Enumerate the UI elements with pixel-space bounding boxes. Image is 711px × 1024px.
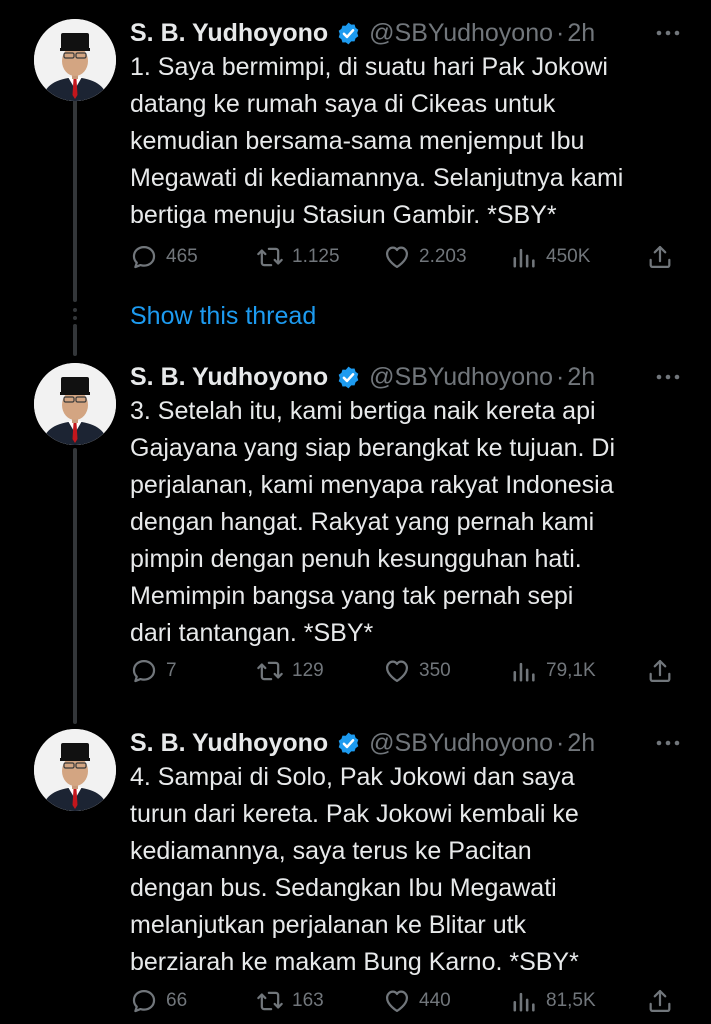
views-count: 79,1K <box>546 660 596 681</box>
avatar[interactable] <box>34 363 116 445</box>
share-icon <box>646 987 674 1015</box>
author-name[interactable]: S. B. Yudhoyono <box>130 729 328 758</box>
like-icon <box>383 657 411 685</box>
views-icon <box>510 243 538 271</box>
views-button[interactable]: 81,5K <box>510 983 596 1019</box>
share-icon <box>646 657 674 685</box>
timestamp[interactable]: 2h <box>567 19 595 48</box>
author-handle[interactable]: @SBYudhoyono <box>369 363 553 392</box>
retweet-button[interactable]: 163 <box>256 983 324 1019</box>
retweet-icon <box>256 657 284 685</box>
retweet-button[interactable]: 1.125 <box>256 239 340 275</box>
retweet-icon <box>256 987 284 1015</box>
author-handle[interactable]: @SBYudhoyono <box>369 19 553 48</box>
avatar[interactable] <box>34 729 116 811</box>
thread-line <box>73 326 77 356</box>
like-icon <box>383 243 411 271</box>
tweet-text: 4. Sampai di Solo, Pak Jokowi dan saya t… <box>130 763 579 976</box>
author-handle[interactable]: @SBYudhoyono <box>369 729 553 758</box>
more-icon[interactable] <box>655 367 681 387</box>
reply-count: 7 <box>166 660 177 681</box>
retweet-count: 163 <box>292 990 324 1011</box>
retweet-button[interactable]: 129 <box>256 653 324 689</box>
like-icon <box>383 987 411 1015</box>
reply-icon <box>130 987 158 1015</box>
views-icon <box>510 987 538 1015</box>
separator: · <box>556 728 565 757</box>
tweet-text: 3. Setelah itu, kami bertiga naik kereta… <box>130 397 616 647</box>
reply-button[interactable]: 66 <box>130 983 187 1019</box>
timestamp[interactable]: 2h <box>567 363 595 392</box>
author-name[interactable]: S. B. Yudhoyono <box>130 363 328 392</box>
tweet-header: S. B. Yudhoyono @SBYudhoyono · 2h <box>130 13 690 53</box>
share-button[interactable] <box>646 239 674 275</box>
like-button[interactable]: 2.203 <box>383 239 467 275</box>
tweet[interactable]: S. B. Yudhoyono @SBYudhoyono · 2h 3. Set… <box>0 357 711 707</box>
tweet-actions: 7 129 350 79,1K <box>130 653 678 689</box>
views-icon <box>510 657 538 685</box>
reply-count: 465 <box>166 246 198 267</box>
separator: · <box>556 18 565 47</box>
retweet-icon <box>256 243 284 271</box>
author-name[interactable]: S. B. Yudhoyono <box>130 19 328 48</box>
like-button[interactable]: 440 <box>383 983 451 1019</box>
views-button[interactable]: 450K <box>510 239 590 275</box>
tweet[interactable]: S. B. Yudhoyono @SBYudhoyono · 2h 4. Sam… <box>0 723 711 1023</box>
avatar-image <box>34 19 116 101</box>
tweet-header: S. B. Yudhoyono @SBYudhoyono · 2h <box>130 357 690 397</box>
views-count: 450K <box>546 246 591 267</box>
reply-button[interactable]: 465 <box>130 239 198 275</box>
views-button[interactable]: 79,1K <box>510 653 596 689</box>
verified-badge-icon <box>336 731 361 756</box>
share-icon <box>646 243 674 271</box>
retweet-count: 129 <box>292 660 324 681</box>
like-count: 2.203 <box>419 246 467 267</box>
separator: · <box>556 362 565 391</box>
tweet-header: S. B. Yudhoyono @SBYudhoyono · 2h <box>130 723 690 763</box>
more-icon[interactable] <box>655 23 681 43</box>
timestamp[interactable]: 2h <box>567 729 595 758</box>
reply-icon <box>130 657 158 685</box>
like-button[interactable]: 350 <box>383 653 451 689</box>
tweet-actions: 66 163 440 81,5K <box>130 983 678 1019</box>
verified-badge-icon <box>336 365 361 390</box>
avatar-image <box>34 729 116 811</box>
reply-icon <box>130 243 158 271</box>
tweet-text: 1. Saya bermimpi, di suatu hari Pak Joko… <box>130 53 624 229</box>
avatar-image <box>34 363 116 445</box>
like-count: 350 <box>419 660 451 681</box>
retweet-count: 1.125 <box>292 246 340 267</box>
share-button[interactable] <box>646 983 674 1019</box>
reply-button[interactable]: 7 <box>130 653 177 689</box>
verified-badge-icon <box>336 21 361 46</box>
more-icon[interactable] <box>655 733 681 753</box>
views-count: 81,5K <box>546 990 596 1011</box>
share-button[interactable] <box>646 653 674 689</box>
avatar[interactable] <box>34 19 116 101</box>
like-count: 440 <box>419 990 451 1011</box>
tweet-actions: 465 1.125 2.203 450K <box>130 239 678 275</box>
tweet[interactable]: S. B. Yudhoyono @SBYudhoyono · 2h 1. Say… <box>0 13 711 293</box>
show-thread-link[interactable]: Show this thread <box>130 302 316 331</box>
reply-count: 66 <box>166 990 188 1011</box>
